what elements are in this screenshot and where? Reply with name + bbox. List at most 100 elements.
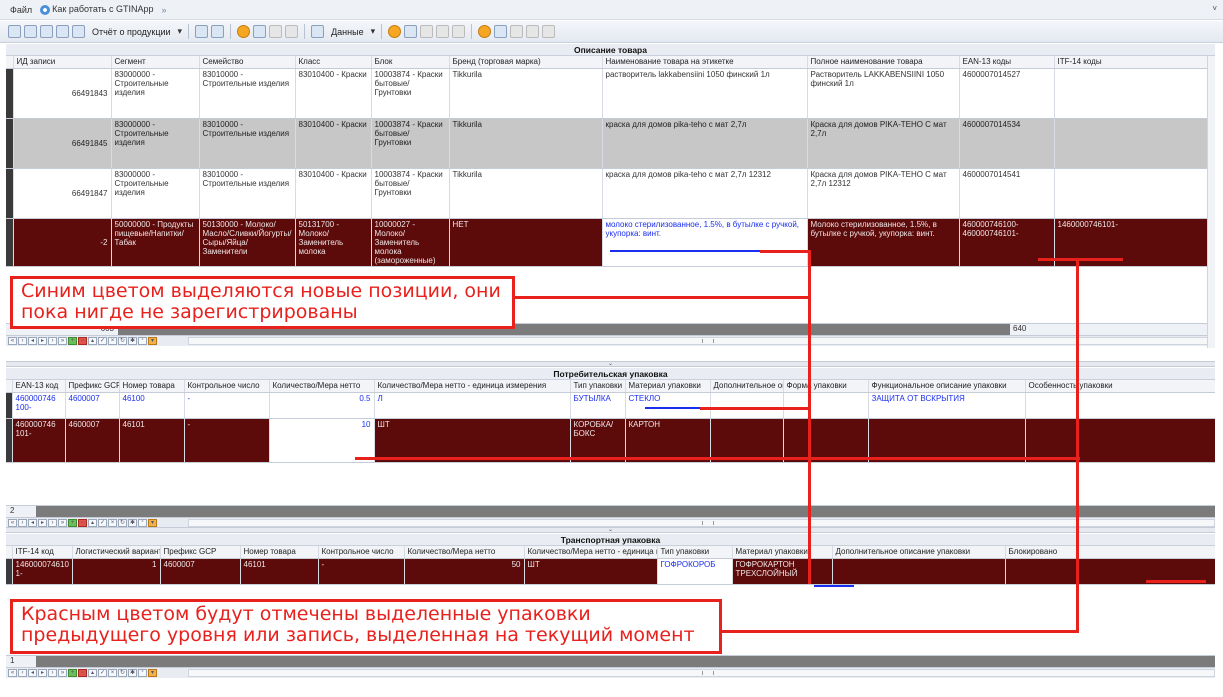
table-cell-new[interactable]: ГОФРОКОРОБ xyxy=(657,558,733,585)
first-record-icon[interactable]: « xyxy=(8,518,17,527)
table-icon[interactable] xyxy=(404,25,418,38)
data-menu-button[interactable]: Данные xyxy=(327,27,368,37)
refresh-icon[interactable] xyxy=(478,25,492,38)
table-cell[interactable]: 10003874 - Краски бытовые/Грунтовки xyxy=(371,168,450,219)
column-header[interactable]: Полное наименование товара xyxy=(807,56,960,69)
table-cell[interactable]: 50000000 - Продукты пищевые/Напитки/Таба… xyxy=(111,218,200,267)
table-cell[interactable]: Tikkurila xyxy=(449,68,603,119)
table-icon[interactable] xyxy=(253,25,267,38)
list-icon[interactable] xyxy=(452,25,466,38)
table-cell[interactable]: краска для домов pika-teho с мат 2,7л xyxy=(602,118,808,169)
chevron-down-icon[interactable]: ▾ xyxy=(178,26,183,37)
column-header[interactable]: Номер товара xyxy=(119,380,185,393)
prev-record-icon[interactable]: ◂ xyxy=(28,518,37,527)
horizontal-scrollbar[interactable] xyxy=(188,668,1215,677)
table-cell[interactable]: Молоко стерилизованное, 1.5%, в бутылке … xyxy=(807,218,960,267)
table-row-selected[interactable]: 146000074610 1- 1 4600007 46101 - 50 ШТ … xyxy=(6,558,1215,585)
filter-funnel-icon[interactable]: ▾ xyxy=(148,336,157,345)
table-cell[interactable]: Краска для домов PIKA-TEHO C мат 2,7л 12… xyxy=(807,168,960,219)
column-header[interactable]: Бренд (торговая марка) xyxy=(449,56,603,69)
bookmark-icon[interactable]: ⁺ xyxy=(138,668,147,677)
table-cell[interactable]: 4600007 xyxy=(65,392,120,419)
column-header[interactable]: Наименование товара на этикетке xyxy=(602,56,808,69)
row-marker[interactable] xyxy=(6,168,14,219)
row-marker[interactable] xyxy=(6,68,14,119)
table-cell[interactable]: 0.5 xyxy=(269,392,375,419)
row-marker[interactable] xyxy=(6,118,14,169)
chevron-down-icon[interactable]: ▾ xyxy=(371,26,376,37)
table-cell[interactable]: 66491845 xyxy=(13,118,112,169)
next-page-icon[interactable]: › xyxy=(48,668,57,677)
table-cell[interactable]: 460000746 100- xyxy=(12,392,66,419)
prev-page-icon[interactable]: ‹ xyxy=(18,336,27,345)
table-cell[interactable] xyxy=(832,558,1006,585)
delete-icon[interactable]: − xyxy=(78,668,87,677)
prev-record-icon[interactable]: ◂ xyxy=(28,336,37,345)
table-cell[interactable]: 66491847 xyxy=(13,168,112,219)
table-cell[interactable]: 10003874 - Краски бытовые/Грунтовки xyxy=(371,118,450,169)
edit-icon[interactable]: ▴ xyxy=(88,336,97,345)
column-header[interactable]: Логистический вариант xyxy=(72,546,161,559)
table-cell[interactable]: БУТЫЛКА xyxy=(570,392,626,419)
column-header[interactable]: Материал упаковки xyxy=(732,546,833,559)
table-cell[interactable]: -2 xyxy=(13,218,112,267)
cancel-icon[interactable]: × xyxy=(108,668,117,677)
copy-icon[interactable] xyxy=(436,25,450,38)
table-cell[interactable]: 50 xyxy=(404,558,525,585)
bookmark-icon[interactable]: ⁺ xyxy=(138,518,147,527)
table-cell[interactable]: 83000000 - Строительные изделия xyxy=(111,118,200,169)
column-header[interactable]: ITF-14 код xyxy=(12,546,73,559)
edit-icon[interactable]: ▴ xyxy=(88,518,97,527)
table-cell[interactable]: - xyxy=(184,418,270,463)
column-header[interactable]: Количество/Мера нетто - единица измерени… xyxy=(374,380,571,393)
cancel-icon[interactable]: × xyxy=(108,518,117,527)
add-icon[interactable]: + xyxy=(68,518,77,527)
table-row[interactable]: 66491847 83000000 - Строительные изделия… xyxy=(6,168,1215,219)
table-cell[interactable]: 4600007 xyxy=(65,418,120,463)
column-header[interactable]: Материал упаковки xyxy=(625,380,711,393)
last-record-icon[interactable]: » xyxy=(58,518,67,527)
table-row[interactable]: 66491843 83000000 - Строительные изделия… xyxy=(6,68,1215,119)
table-cell[interactable]: НЕТ xyxy=(449,218,603,267)
filter-funnel-icon[interactable]: ▾ xyxy=(148,668,157,677)
table-cell[interactable]: 1 xyxy=(72,558,161,585)
confirm-icon[interactable]: ✓ xyxy=(98,336,107,345)
filter-icon[interactable]: ✱ xyxy=(128,518,137,527)
column-header[interactable]: Тип упаковки xyxy=(570,380,626,393)
column-header[interactable]: Функциональное описание упаковки xyxy=(868,380,1026,393)
table-cell[interactable]: 4600007 xyxy=(160,558,241,585)
table-cell[interactable]: 46101 xyxy=(240,558,319,585)
table-cell[interactable]: 10000027 - Молоко/Заменитель молока (зам… xyxy=(371,218,450,267)
vertical-scrollbar[interactable] xyxy=(1207,56,1215,348)
export-icon[interactable] xyxy=(211,25,225,38)
column-header[interactable]: ITF-14 коды xyxy=(1054,56,1215,69)
column-header[interactable]: Количество/Мера нетто - единица измерени… xyxy=(524,546,658,559)
column-header[interactable]: Класс xyxy=(295,56,372,69)
new-icon[interactable] xyxy=(8,25,21,38)
help-menu[interactable]: Как работать с GTINApp xyxy=(40,4,153,15)
table-cell[interactable]: 83010400 - Краски xyxy=(295,168,372,219)
add-row-icon[interactable] xyxy=(269,25,283,38)
table-row-selected[interactable]: 460000746 101- 4600007 46101 - 10 ШТ КОР… xyxy=(6,418,1215,463)
next-record-icon[interactable]: ▸ xyxy=(38,668,47,677)
table-cell[interactable]: 66491843 xyxy=(13,68,112,119)
refresh-icon[interactable]: ↻ xyxy=(118,518,127,527)
table-cell[interactable]: 46101 xyxy=(119,418,185,463)
table-cell[interactable]: Краска для домов PIKA-TEHO C мат 2,7л xyxy=(807,118,960,169)
table-cell[interactable]: 50131700 - Молоко/Заменитель молока xyxy=(295,218,372,267)
menu-file[interactable]: Файл xyxy=(10,5,32,15)
open-icon[interactable] xyxy=(24,25,37,38)
add-icon[interactable]: + xyxy=(68,336,77,345)
column-header[interactable]: Сегмент xyxy=(111,56,200,69)
table-cell[interactable]: 83000000 - Строительные изделия xyxy=(111,68,200,119)
table-cell[interactable]: 10003874 - Краски бытовые/Грунтовки xyxy=(371,68,450,119)
table-cell[interactable]: Tikkurila xyxy=(449,118,603,169)
table-cell[interactable]: Растворитель LAKKABENSIINI 1050 финский … xyxy=(807,68,960,119)
table-cell[interactable]: 146000074610 1- xyxy=(12,558,73,585)
column-header[interactable]: Префикс GCP xyxy=(160,546,241,559)
report-menu-button[interactable]: Отчёт о продукции xyxy=(88,27,175,37)
table-cell[interactable]: КОРОБКА/БОКС xyxy=(570,418,626,463)
table-cell[interactable]: КАРТОН xyxy=(625,418,711,463)
table-cell[interactable]: 83010000 - Строительные изделия xyxy=(199,118,296,169)
cancel-icon[interactable]: × xyxy=(108,336,117,345)
